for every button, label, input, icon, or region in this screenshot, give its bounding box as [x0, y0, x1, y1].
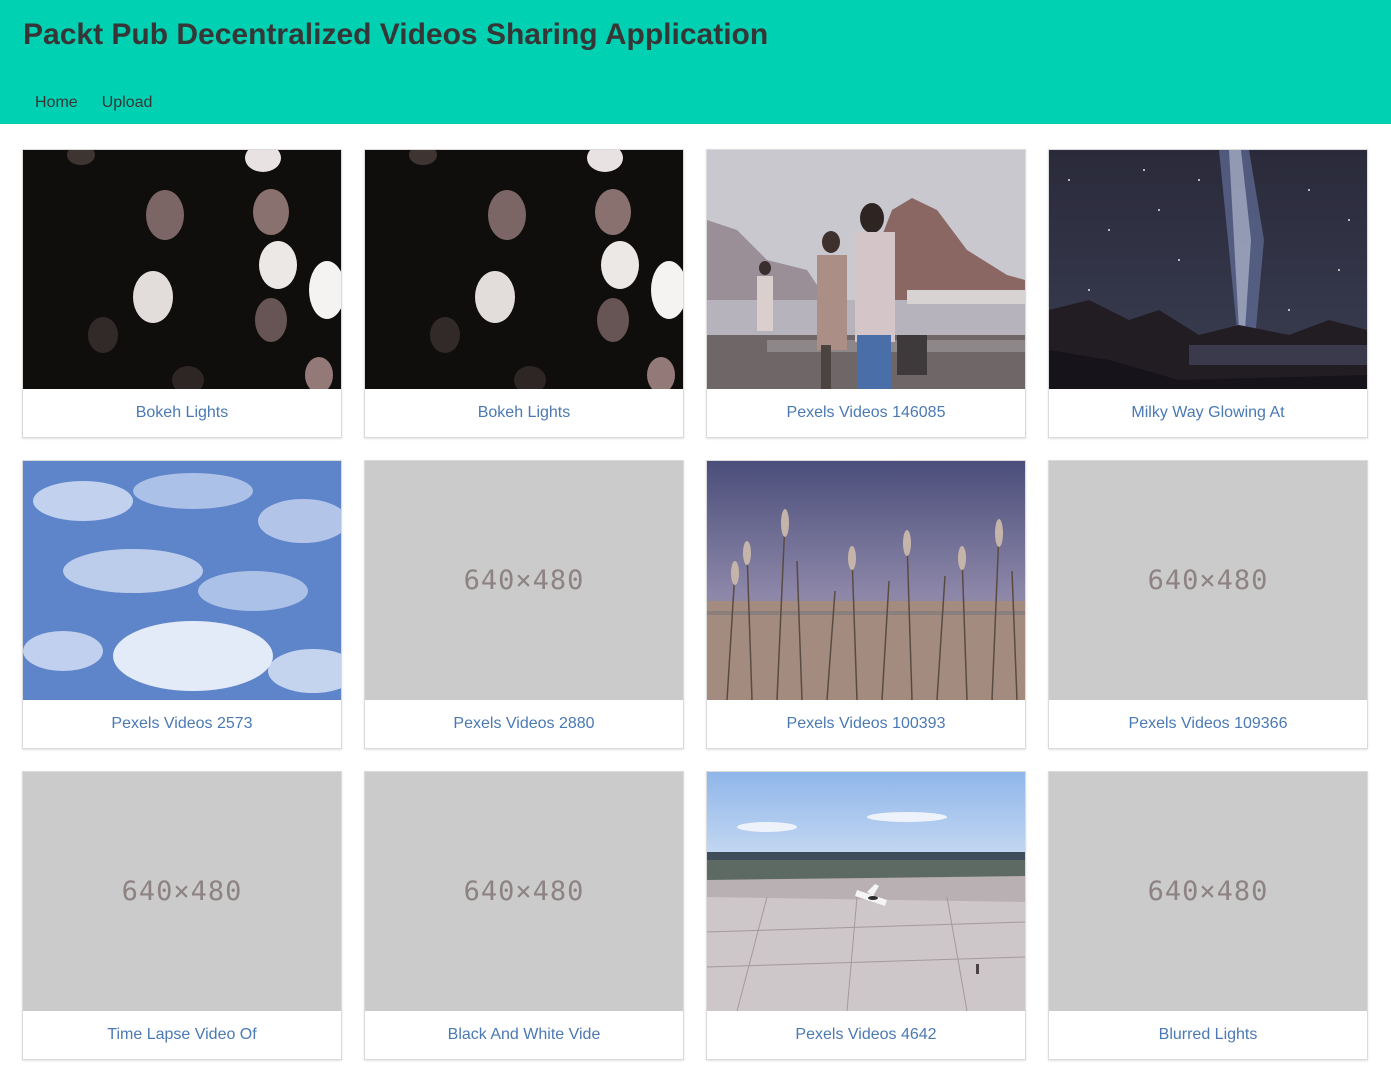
- placeholder-image: 640×480: [23, 772, 341, 1011]
- nav-upload-link[interactable]: Upload: [102, 94, 153, 112]
- video-thumbnail[interactable]: [365, 150, 683, 389]
- video-title[interactable]: Pexels Videos 146085: [707, 389, 1025, 437]
- video-thumbnail[interactable]: 640×480: [23, 772, 341, 1011]
- placeholder-dimensions: 640×480: [1147, 876, 1269, 907]
- video-title[interactable]: Pexels Videos 109366: [1049, 700, 1367, 748]
- placeholder-image: 640×480: [1049, 772, 1367, 1011]
- app-title: Packt Pub Decentralized Videos Sharing A…: [23, 18, 769, 51]
- placeholder-dimensions: 640×480: [463, 565, 585, 596]
- video-thumbnail[interactable]: [707, 461, 1025, 700]
- video-title[interactable]: Time Lapse Video Of: [23, 1011, 341, 1059]
- placeholder-dimensions: 640×480: [1147, 565, 1269, 596]
- video-title[interactable]: Pexels Videos 2880: [365, 700, 683, 748]
- placeholder-dimensions: 640×480: [463, 876, 585, 907]
- video-card[interactable]: Pexels Videos 100393: [706, 460, 1026, 749]
- video-thumbnail[interactable]: [707, 772, 1025, 1011]
- video-card[interactable]: Pexels Videos 146085: [706, 149, 1026, 438]
- video-thumbnail[interactable]: [23, 150, 341, 389]
- video-card[interactable]: 640×480 Pexels Videos 109366: [1048, 460, 1368, 749]
- video-thumbnail[interactable]: 640×480: [365, 772, 683, 1011]
- video-title[interactable]: Bokeh Lights: [365, 389, 683, 437]
- video-card[interactable]: Milky Way Glowing At: [1048, 149, 1368, 438]
- video-thumbnail[interactable]: 640×480: [1049, 772, 1367, 1011]
- placeholder-dimensions: 640×480: [121, 876, 243, 907]
- video-card[interactable]: 640×480 Time Lapse Video Of: [22, 771, 342, 1060]
- video-title[interactable]: Blurred Lights: [1049, 1011, 1367, 1059]
- video-card[interactable]: Bokeh Lights: [22, 149, 342, 438]
- placeholder-image: 640×480: [1049, 461, 1367, 700]
- video-thumbnail[interactable]: [1049, 150, 1367, 389]
- video-title[interactable]: Bokeh Lights: [23, 389, 341, 437]
- video-card[interactable]: Bokeh Lights: [364, 149, 684, 438]
- video-card[interactable]: Pexels Videos 2573: [22, 460, 342, 749]
- clouds-sky-image: [23, 461, 341, 700]
- video-card[interactable]: 640×480 Pexels Videos 2880: [364, 460, 684, 749]
- video-card[interactable]: 640×480 Blurred Lights: [1048, 771, 1368, 1060]
- main-nav: Home Upload: [35, 94, 152, 112]
- video-card[interactable]: Pexels Videos 4642: [706, 771, 1026, 1060]
- app-header: Packt Pub Decentralized Videos Sharing A…: [0, 0, 1391, 124]
- reeds-field-image: [707, 461, 1025, 700]
- video-grid: Bokeh Lights Bokeh Lights Pexels Videos …: [22, 149, 1368, 1060]
- placeholder-image: 640×480: [365, 461, 683, 700]
- video-thumbnail[interactable]: 640×480: [365, 461, 683, 700]
- bokeh-dark-image: [23, 150, 341, 389]
- video-thumbnail[interactable]: [707, 150, 1025, 389]
- video-title[interactable]: Black And White Vide: [365, 1011, 683, 1059]
- video-thumbnail[interactable]: 640×480: [1049, 461, 1367, 700]
- video-title[interactable]: Pexels Videos 2573: [23, 700, 341, 748]
- video-title[interactable]: Milky Way Glowing At: [1049, 389, 1367, 437]
- placeholder-image: 640×480: [365, 772, 683, 1011]
- bokeh-dark-image: [365, 150, 683, 389]
- airfield-plane-image: [707, 772, 1025, 1011]
- nav-home-link[interactable]: Home: [35, 94, 78, 112]
- video-title[interactable]: Pexels Videos 100393: [707, 700, 1025, 748]
- video-card[interactable]: 640×480 Black And White Vide: [364, 771, 684, 1060]
- milky-way-image: [1049, 150, 1367, 389]
- video-thumbnail[interactable]: [23, 461, 341, 700]
- lakeside-walk-image: [707, 150, 1025, 389]
- video-title[interactable]: Pexels Videos 4642: [707, 1011, 1025, 1059]
